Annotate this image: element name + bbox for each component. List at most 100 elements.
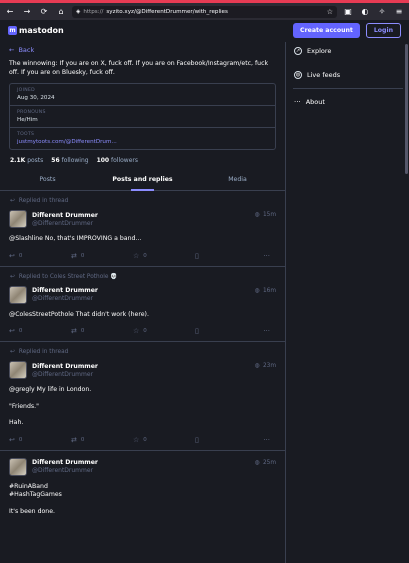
time-text: 25m xyxy=(262,459,276,466)
more-icon[interactable]: ··· xyxy=(263,252,270,260)
profile-fields: JOINED Aug 30, 2024 PRONOUNS He/Him TOOT… xyxy=(9,83,276,150)
more-icon[interactable]: ··· xyxy=(263,436,270,444)
menu-icon[interactable]: ≡ xyxy=(393,6,405,18)
reply-all-icon: ↩ xyxy=(9,435,15,444)
boost-icon: ⇄ xyxy=(71,435,77,444)
display-name: Different Drummer xyxy=(32,362,98,370)
post-text: #RuinABand #HashTagGames xyxy=(9,482,62,499)
bookmark-icon: ▯ xyxy=(195,435,199,444)
url-text: syzito.xyz/@DifferentDrummer/with_replie… xyxy=(106,8,228,15)
post-text: @gregly My life in London. xyxy=(9,386,92,393)
followers-count[interactable]: 100 followers xyxy=(97,157,138,164)
post-content: #RuinABand #HashTagGames It's been done. xyxy=(9,483,276,517)
bookmark-star-icon[interactable]: ☆ xyxy=(327,8,333,16)
reply-count: 0 xyxy=(18,436,23,443)
favourite-button[interactable]: ☆ 0 xyxy=(133,327,195,335)
post-author[interactable]: Different Drummer @DifferentDrummer ◍ 23m xyxy=(9,361,276,379)
reply-button[interactable]: ↩ 0 xyxy=(9,436,71,444)
post-time[interactable]: ◍ 25m xyxy=(255,458,276,466)
reply-icon: ↩ xyxy=(10,349,15,355)
sidebar-item-label: Explore xyxy=(307,47,332,55)
account-handle: @DifferentDrummer xyxy=(32,295,94,302)
star-icon: ☆ xyxy=(133,327,140,335)
arrow-left-icon: ← xyxy=(9,46,15,54)
back-arrow-icon[interactable]: ← xyxy=(4,6,16,18)
post-time[interactable]: ◍ 15m xyxy=(255,210,276,218)
boost-count: 0 xyxy=(80,252,85,259)
status-post[interactable]: Different Drummer @DifferentDrummer ◍ 25m… xyxy=(0,451,285,531)
avatar[interactable] xyxy=(9,285,27,304)
login-button[interactable]: Login xyxy=(365,22,401,38)
globe-icon: ◍ xyxy=(254,287,260,294)
field-value: He/Him xyxy=(17,117,38,123)
mastodon-page: m mastodon Create account Login ← Back T… xyxy=(0,20,409,563)
more-icon[interactable]: ··· xyxy=(263,327,270,335)
back-link[interactable]: ← Back xyxy=(0,42,285,60)
avatar[interactable] xyxy=(9,210,27,228)
boost-count: 0 xyxy=(80,328,85,334)
pocket-icon[interactable]: ▣ xyxy=(342,6,354,18)
tab-media[interactable]: Media xyxy=(190,171,285,190)
tab-posts-and-replies[interactable]: Posts and replies xyxy=(95,171,190,191)
post-author[interactable]: Different Drummer @DifferentDrummer ◍ 15m xyxy=(9,210,276,228)
mastodon-logo-icon: m xyxy=(8,25,17,35)
create-account-button[interactable]: Create account xyxy=(293,22,360,38)
following-count[interactable]: 56 following xyxy=(51,157,88,164)
puzzle-icon[interactable]: ✧ xyxy=(376,6,388,18)
post-author[interactable]: Different Drummer @DifferentDrummer ◍ 16m xyxy=(9,285,276,304)
site-header: m mastodon Create account Login xyxy=(0,20,409,40)
sidebar-item-about[interactable]: ··· About xyxy=(287,93,409,111)
avatar[interactable] xyxy=(9,457,27,476)
toots-link[interactable]: justmytoots.com/@DifferentDrum... xyxy=(17,139,268,145)
field-pronouns: PRONOUNS He/Him xyxy=(10,106,275,128)
post-actions: ↩ 0 ⇄ 0 ☆ 0 ▯ ··· xyxy=(9,252,276,260)
reply-button[interactable]: ↩ 0 xyxy=(9,327,71,335)
post-text: @Slashline No, that's IMPROVING a band..… xyxy=(9,235,142,242)
fav-count: 0 xyxy=(143,436,147,443)
post-time[interactable]: ◍ 16m xyxy=(255,286,276,294)
bookmark-button[interactable]: ▯ xyxy=(195,327,257,335)
home-icon[interactable]: ⌂ xyxy=(55,6,67,18)
post-actions: ↩ 0 ⇄ 0 ☆ 0 ▯ ··· xyxy=(9,436,276,444)
status-post[interactable]: ↩ Replied in thread Different Drummer @Di… xyxy=(0,191,285,267)
boost-button[interactable]: ⇄ 0 xyxy=(71,436,133,444)
post-content: @ColesStreetPothole That didn't work (he… xyxy=(9,311,276,320)
sidebar: ↗ Explore ◍ Live feeds ··· About xyxy=(287,42,409,563)
favourite-button[interactable]: ☆ 0 xyxy=(133,252,195,260)
posts-count[interactable]: 2.1K posts xyxy=(10,157,43,164)
post-content: @gregly My life in London. "Friends." Ha… xyxy=(9,386,276,428)
post-author[interactable]: Different Drummer @DifferentDrummer ◍ 25m xyxy=(9,457,276,476)
star-icon: ☆ xyxy=(133,435,140,444)
sidebar-item-explore[interactable]: ↗ Explore xyxy=(287,42,409,60)
account-handle: @DifferentDrummer xyxy=(32,467,94,474)
boost-button[interactable]: ⇄ 0 xyxy=(71,252,133,260)
tab-posts[interactable]: Posts xyxy=(0,171,95,190)
post-context: ↩ Replied in thread xyxy=(9,349,276,355)
context-text: Replied to Coles Street Pothole 💀 xyxy=(18,273,118,280)
status-post[interactable]: ↩ Replied to Coles Street Pothole 💀 Diffe… xyxy=(0,267,285,342)
field-value: Aug 30, 2024 xyxy=(17,95,55,101)
address-bar[interactable]: ◈ https://syzito.xyz/@DifferentDrummer/w… xyxy=(72,5,337,18)
reply-count: 0 xyxy=(18,252,23,259)
boost-button[interactable]: ⇄ 0 xyxy=(71,327,133,335)
mastodon-logo[interactable]: m mastodon xyxy=(8,25,64,35)
display-name: Different Drummer xyxy=(32,287,98,294)
boost-count: 0 xyxy=(80,436,85,443)
avatar[interactable] xyxy=(9,361,27,379)
forward-arrow-icon[interactable]: → xyxy=(21,6,33,18)
followers-count-num: 100 xyxy=(96,157,110,164)
sidebar-item-live-feeds[interactable]: ◍ Live feeds xyxy=(287,66,409,84)
scrollbar[interactable] xyxy=(405,44,408,174)
field-joined: JOINED Aug 30, 2024 xyxy=(10,84,275,106)
status-post[interactable]: ↩ Replied in thread Different Drummer @Di… xyxy=(0,342,285,451)
posts-count-num: 2.1K xyxy=(10,157,26,164)
favourite-button[interactable]: ☆ 0 xyxy=(133,436,195,444)
bookmark-button[interactable]: ▯ xyxy=(195,436,257,444)
extension-icon[interactable]: ◐ xyxy=(359,6,371,18)
bookmark-button[interactable]: ▯ xyxy=(195,252,257,260)
reload-icon[interactable]: ⟳ xyxy=(38,6,50,18)
reply-button[interactable]: ↩ 0 xyxy=(9,252,71,260)
post-actions: ↩ 0 ⇄ 0 ☆ 0 ▯ ··· xyxy=(9,327,276,335)
followers-count-label: followers xyxy=(111,157,138,164)
post-time[interactable]: ◍ 23m xyxy=(255,361,276,369)
